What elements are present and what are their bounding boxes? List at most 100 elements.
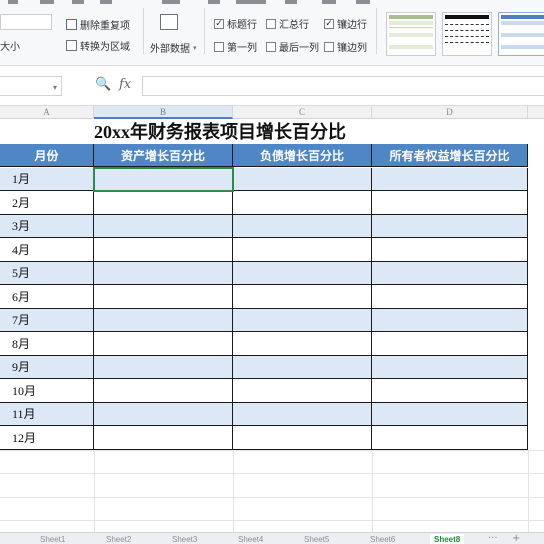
data-cell[interactable]	[233, 332, 372, 356]
table-name-input[interactable]	[0, 14, 52, 30]
checkbox-checked-icon: ✓	[324, 18, 334, 29]
data-cell[interactable]	[94, 261, 233, 285]
month-cell[interactable]: 7月	[0, 308, 94, 332]
data-cell[interactable]	[94, 426, 233, 450]
table-style-option[interactable]	[498, 12, 544, 56]
column-label: A	[43, 107, 50, 117]
sheet-title: 20xx年财务报表项目增长百分比	[94, 122, 346, 142]
table-header-cell[interactable]: 月份	[0, 144, 94, 167]
data-cell[interactable]	[372, 214, 528, 238]
data-cell[interactable]	[94, 238, 233, 262]
sheet-tab[interactable]: Sheet5	[304, 534, 329, 544]
resize-table-label[interactable]: 大小	[0, 38, 20, 53]
table-header-cell[interactable]: 资产增长百分比	[94, 144, 233, 167]
data-cell[interactable]	[94, 355, 233, 379]
chevron-down-icon[interactable]: ▾	[53, 83, 57, 92]
add-sheet-icon[interactable]: +	[512, 533, 520, 544]
sheet-tab[interactable]: Sheet4	[238, 534, 263, 544]
column-header-e[interactable]	[528, 106, 544, 119]
sheet-tab[interactable]: Sheet3	[172, 534, 197, 544]
data-cell[interactable]	[94, 285, 233, 309]
month-cell[interactable]: 8月	[0, 332, 94, 356]
convert-to-range-button[interactable]: 转换为区域	[66, 38, 130, 53]
data-cell[interactable]	[233, 285, 372, 309]
checkbox-unchecked-icon	[266, 41, 276, 52]
data-cell[interactable]	[372, 285, 528, 309]
data-cell[interactable]	[233, 426, 372, 450]
banded-rows-checkbox[interactable]: ✓ 镶边行	[324, 16, 367, 31]
month-cell[interactable]: 11月	[0, 402, 94, 426]
column-header-c[interactable]: C	[233, 106, 372, 119]
data-cell[interactable]	[372, 261, 528, 285]
checkbox-label: 标题行	[227, 20, 257, 31]
total-row-checkbox[interactable]: 汇总行	[266, 16, 309, 31]
name-box[interactable]: ▾	[0, 76, 62, 96]
data-cell[interactable]	[233, 379, 372, 403]
zoom-icon[interactable]: 🔍	[95, 77, 111, 92]
sheet-tab-bar: Sheet1 Sheet2 Sheet3 Sheet4 Sheet5 Sheet…	[0, 532, 544, 544]
data-cell[interactable]	[372, 402, 528, 426]
external-data-button[interactable]: 外部数据 ▾	[150, 40, 197, 56]
column-header-b[interactable]: B	[94, 106, 233, 119]
sheet-tab[interactable]: Sheet6	[370, 534, 395, 544]
column-header-d[interactable]: D	[372, 106, 528, 119]
table-header-cell[interactable]: 所有者权益增长百分比	[372, 144, 528, 167]
data-cell[interactable]	[372, 332, 528, 356]
data-cell[interactable]	[233, 238, 372, 262]
data-cell[interactable]	[94, 379, 233, 403]
banded-columns-checkbox[interactable]: 镶边列	[324, 39, 367, 54]
last-column-checkbox[interactable]: 最后一列	[266, 39, 319, 54]
data-cell[interactable]	[372, 355, 528, 379]
table-header-cell[interactable]: 负债增长百分比	[233, 144, 372, 167]
data-cell[interactable]	[372, 167, 528, 191]
ribbon-tab-strip	[0, 0, 544, 5]
table-style-option[interactable]	[386, 12, 436, 56]
gridline	[0, 520, 544, 521]
data-cell[interactable]	[233, 191, 372, 215]
month-cell[interactable]: 12月	[0, 426, 94, 450]
month-cell[interactable]: 10月	[0, 379, 94, 403]
data-cell[interactable]	[94, 167, 233, 191]
column-header-a[interactable]: A	[0, 106, 94, 119]
external-data-icon	[160, 14, 178, 30]
remove-duplicates-button[interactable]: 删除重复项	[66, 17, 130, 32]
data-cell[interactable]	[372, 379, 528, 403]
data-cell[interactable]	[94, 332, 233, 356]
remove-duplicates-label: 删除重复项	[80, 21, 130, 32]
formula-input[interactable]	[142, 76, 544, 96]
table-style-option[interactable]	[442, 12, 492, 56]
first-column-checkbox[interactable]: 第一列	[214, 39, 257, 54]
month-cell[interactable]: 5月	[0, 261, 94, 285]
data-cell[interactable]	[94, 191, 233, 215]
data-cell[interactable]	[94, 214, 233, 238]
database-icon	[160, 14, 178, 30]
month-cell[interactable]: 9月	[0, 355, 94, 379]
header-row-checkbox[interactable]: ✓ 标题行	[214, 16, 257, 31]
data-cell[interactable]	[94, 402, 233, 426]
data-cell[interactable]	[233, 355, 372, 379]
data-cell[interactable]	[233, 402, 372, 426]
sheet-tab[interactable]: Sheet2	[106, 534, 131, 544]
data-cell[interactable]	[372, 191, 528, 215]
month-cell[interactable]: 3月	[0, 214, 94, 238]
data-cell[interactable]	[233, 261, 372, 285]
data-cell[interactable]	[233, 167, 372, 191]
data-cell[interactable]	[372, 238, 528, 262]
data-cell[interactable]	[233, 214, 372, 238]
data-cell[interactable]	[372, 426, 528, 450]
month-cell[interactable]: 6月	[0, 285, 94, 309]
more-sheets-icon[interactable]: ···	[488, 533, 498, 544]
gridline	[528, 449, 529, 536]
checkbox-label: 镶边列	[337, 43, 367, 54]
data-cell[interactable]	[372, 308, 528, 332]
month-cell[interactable]: 2月	[0, 191, 94, 215]
checkbox-label: 镶边行	[337, 20, 367, 31]
sheet-tab[interactable]: Sheet1	[40, 534, 65, 544]
month-cell[interactable]: 1月	[0, 167, 94, 191]
data-cell[interactable]	[94, 308, 233, 332]
sheet-tab-active[interactable]: Sheet8	[430, 534, 465, 544]
function-icon[interactable]: fx	[119, 77, 131, 92]
data-cell[interactable]	[233, 308, 372, 332]
spreadsheet-grid[interactable]: A B C D 20xx年财务报表项目增长百分比 月份 资产增长百分比 负债增长百分…	[0, 106, 544, 536]
month-cell[interactable]: 4月	[0, 238, 94, 262]
